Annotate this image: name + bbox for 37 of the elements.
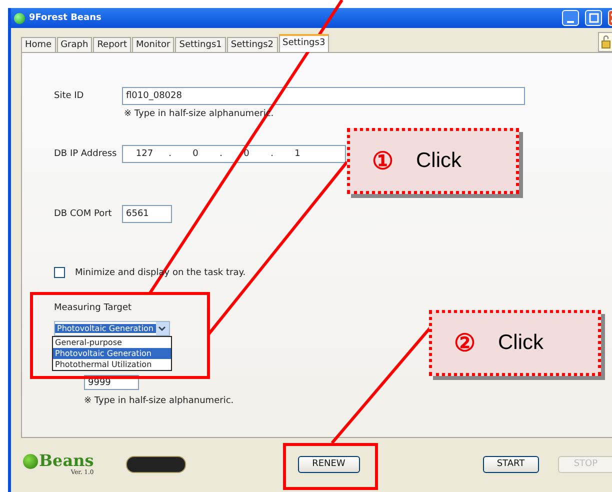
action-button[interactable]: START xyxy=(482,456,539,472)
callout-text: Click xyxy=(498,331,544,355)
port-field[interactable]: 6561 xyxy=(122,205,172,223)
dropdown[interactable]: Photovoltaic Generation xyxy=(54,321,170,336)
dropdown-option[interactable]: Photovoltaic Generation xyxy=(53,348,171,359)
logo-icon xyxy=(23,454,38,469)
ip-address-field[interactable]: 127 . 0 . 0 . 1 xyxy=(122,145,346,163)
field-label: DB IP Address xyxy=(54,149,118,159)
callout-text: Click xyxy=(416,149,462,173)
status-indicator xyxy=(126,456,186,472)
tab[interactable]: Settings1 xyxy=(175,37,226,52)
minimize-icon xyxy=(567,20,574,22)
app-icon xyxy=(14,12,25,24)
site-id-field[interactable]: fl010_08028 xyxy=(122,87,525,105)
field-label: Measuring Target xyxy=(54,303,133,313)
hint-text: ※ Type in half-size alphanumeric. xyxy=(84,396,235,406)
tab[interactable]: Home xyxy=(21,37,56,52)
checkbox[interactable] xyxy=(54,267,65,278)
lock-button[interactable] xyxy=(598,32,612,52)
dropdown-option[interactable]: General-purpose xyxy=(53,337,171,348)
field-label: DB COM Port xyxy=(54,209,113,219)
maximize-button[interactable] xyxy=(585,10,602,26)
window-title: 9Forest Beans xyxy=(29,13,102,23)
tab[interactable]: Settings3 xyxy=(278,34,330,52)
tab[interactable]: Graph xyxy=(56,37,92,52)
maximize-icon xyxy=(588,13,598,23)
tab[interactable]: Report xyxy=(93,37,132,52)
minimize-button[interactable] xyxy=(562,10,579,26)
tab[interactable]: Monitor xyxy=(132,37,174,52)
step-number: ② xyxy=(454,328,476,358)
action-button[interactable]: RENEW xyxy=(298,456,360,472)
step-number: ① xyxy=(372,146,394,176)
tab[interactable]: Settings2 xyxy=(226,37,278,52)
padlock-icon xyxy=(601,35,611,49)
logo-text: Beans xyxy=(39,452,94,469)
field-label: Site ID xyxy=(54,91,85,101)
dropdown-option[interactable]: Photothermal Utilization xyxy=(53,359,171,370)
